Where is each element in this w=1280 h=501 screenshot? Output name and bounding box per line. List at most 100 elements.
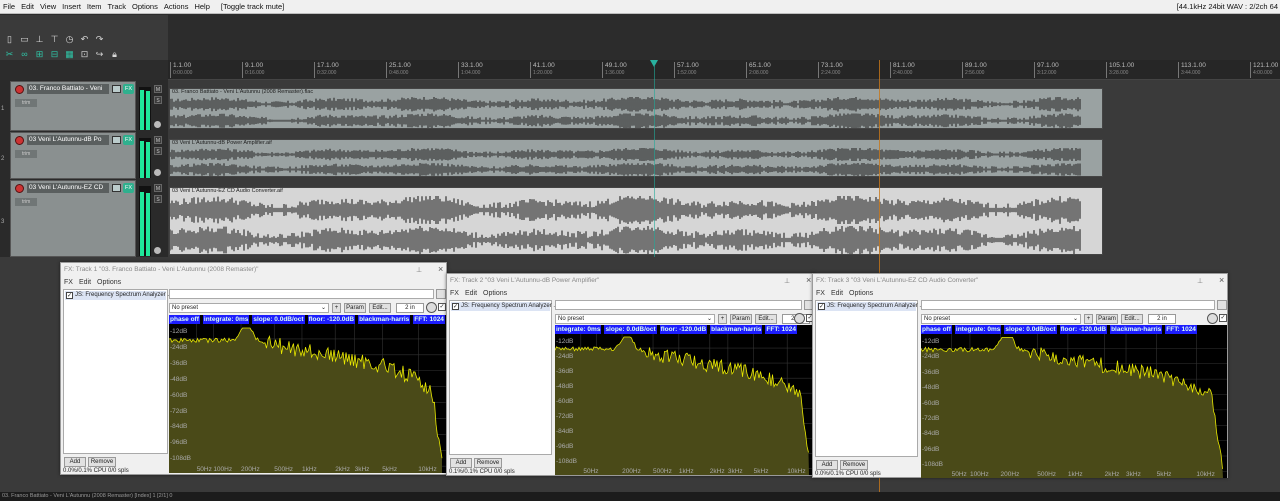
automation-mode-button[interactable]: trim [15,99,37,107]
pan-knob[interactable] [154,169,161,176]
remove-fx-button[interactable]: Remove [88,457,116,467]
ripple-edit-icon[interactable]: ∞ [18,48,31,60]
fx-enable-checkbox[interactable]: ✓ [66,292,73,299]
grid-toggle-icon[interactable]: ✂ [3,48,16,60]
edit-button[interactable]: Edit... [755,314,777,324]
solo-button[interactable]: S [154,147,162,155]
envelope-lock-icon[interactable]: ▦ [63,48,76,60]
io-routing-button[interactable]: 2 in [396,303,424,313]
automation-mode-button[interactable]: trim [15,198,37,206]
track-header[interactable]: 03. Franco Battiato - Veni FX trim [10,81,136,131]
analyzer-setting[interactable]: floor: -120.0dB [1059,325,1108,334]
pin-icon[interactable]: ⊥ [416,266,422,274]
trim-behind-icon[interactable]: ↪ [93,48,106,60]
fx-chain-list[interactable]: ✓ JS: Frequency Spectrum Analyzer ... [815,300,924,457]
spectrum-analyzer-display[interactable]: phase off integrate: 0ms slope: 0.0dB/oct f… [921,325,1227,478]
remove-fx-button[interactable]: Remove [840,460,868,470]
plugin-top-field[interactable] [921,300,1215,310]
solo-button[interactable]: S [154,195,162,203]
analyzer-settings-header[interactable]: integrate: 0ms slope: 0.0dB/oct floor: -12… [555,325,798,334]
menu-track[interactable]: Track [105,2,129,11]
track-io-icon[interactable] [112,85,121,93]
io-routing-button[interactable]: 2 in [1148,314,1176,324]
new-project-icon[interactable]: ▯ [3,33,16,45]
preset-select[interactable]: No preset ⌄ [921,314,1081,324]
mute-button[interactable]: M [154,85,162,93]
fx-chain-entry[interactable]: ✓ JS: Frequency Spectrum Analyzer ... [817,302,924,311]
pin-icon[interactable]: ⊥ [784,277,790,285]
fx-menu-edit[interactable]: Edit [79,279,91,286]
fx-menu-options[interactable]: Options [97,279,121,286]
plugin-top-field[interactable] [169,289,434,299]
menu-file[interactable]: File [0,2,18,11]
close-icon[interactable]: × [438,264,443,274]
track-io-icon[interactable] [112,136,121,144]
auto-crossfade-icon[interactable]: ⊡ [78,48,91,60]
analyzer-setting[interactable]: integrate: 0ms [555,325,602,334]
wet-dry-knob[interactable] [794,313,805,324]
edit-button[interactable]: Edit... [1121,314,1143,324]
record-arm-icon[interactable] [15,184,24,193]
automation-mode-button[interactable]: trim [15,150,37,158]
add-fx-button[interactable]: Add [64,457,86,467]
project-settings-icon[interactable]: ⊤ [48,33,61,45]
analyzer-settings-header[interactable]: phase off integrate: 0ms slope: 0.0dB/oct f… [921,325,1197,334]
analyzer-settings-header[interactable]: phase off integrate: 0ms slope: 0.0dB/oct f… [169,315,445,324]
fx-menu-options[interactable]: Options [483,290,507,297]
track-fx-button[interactable]: FX [123,84,134,94]
bypass-checkbox[interactable]: ✓ [438,303,446,311]
save-project-icon[interactable]: ⊥ [33,33,46,45]
fx-menu-fx[interactable]: FX [450,290,459,297]
analyzer-setting[interactable]: phase off [169,315,200,324]
fx-chain-list[interactable]: ✓ JS: Frequency Spectrum Analyzer ... [449,300,558,455]
fx-enable-checkbox[interactable]: ✓ [452,303,459,310]
add-fx-button[interactable]: Add [816,460,838,470]
analyzer-setting[interactable]: blackman-harris [1110,325,1163,334]
param-button[interactable]: Param [730,314,752,324]
preset-select[interactable]: No preset ⌄ [169,303,329,313]
fx-menu-fx[interactable]: FX [64,279,73,286]
menu-help[interactable]: Help [191,2,212,11]
analyzer-setting[interactable]: slope: 0.0dB/oct [604,325,657,334]
param-button[interactable]: Param [1096,314,1118,324]
fx-chain-entry[interactable]: ✓ JS: Frequency Spectrum Analyzer ... [65,291,172,300]
preset-add-button[interactable]: + [718,314,727,324]
track-fx-button[interactable]: FX [123,135,134,145]
pan-knob[interactable] [154,121,161,128]
track-fx-button[interactable]: FX [123,183,134,193]
pin-icon[interactable]: ⊥ [1197,277,1203,285]
track-name-field[interactable]: 03 Veni L'Autunnu-EZ CD [27,183,109,193]
analyzer-setting[interactable]: floor: -120.0dB [659,325,708,334]
analyzer-setting[interactable]: floor: -120.0dB [307,315,356,324]
timeline-ruler[interactable]: 1.1.00 0:00.000 9.1.00 0:16.000 17.1.00 0:32.… [168,60,1280,80]
analyzer-setting[interactable]: blackman-harris [358,315,411,324]
close-icon[interactable]: × [1219,275,1224,285]
analyzer-setting[interactable]: phase off [921,325,952,334]
add-fx-button[interactable]: Add [450,458,472,468]
analyzer-setting[interactable]: blackman-harris [710,325,763,334]
redo-icon[interactable]: ↷ [93,33,106,45]
open-project-icon[interactable]: ▭ [18,33,31,45]
analyzer-setting[interactable]: integrate: 0ms [954,325,1002,334]
plugin-top-button[interactable] [436,289,446,299]
track-name-field[interactable]: 03. Franco Battiato - Veni [27,84,109,94]
item-grouping-icon[interactable]: ⊟ [48,48,61,60]
bypass-checkbox[interactable]: ✓ [1219,314,1227,322]
fx-chain-list[interactable]: ✓ JS: Frequency Spectrum Analyzer ... [63,289,172,454]
undo-history-icon[interactable]: ◷ [63,33,76,45]
fx-menu-edit[interactable]: Edit [465,290,477,297]
preset-add-button[interactable]: + [1084,314,1093,324]
track-io-icon[interactable] [112,184,121,192]
analyzer-setting[interactable]: slope: 0.0dB/oct [252,315,305,324]
close-icon[interactable]: × [806,275,811,285]
spectrum-analyzer-display[interactable]: integrate: 0ms slope: 0.0dB/oct floor: -12… [555,325,813,475]
fx-menu-options[interactable]: Options [849,290,873,297]
edit-button[interactable]: Edit... [369,303,391,313]
media-item[interactable]: 03. Franco Battiato - Veni L'Autunnu (20… [169,88,1103,129]
fx-chain-window[interactable]: FX: Track 3 "03 Veni L'Autunnu-EZ CD Aud… [812,273,1228,478]
track-name-field[interactable]: 03 Veni L'Autunnu-dB Po [27,135,109,145]
record-arm-icon[interactable] [15,136,24,145]
arrange-view[interactable]: 03. Franco Battiato - Veni L'Autunnu (20… [168,80,1280,257]
record-arm-icon[interactable] [15,85,24,94]
track-header[interactable]: 03 Veni L'Autunnu-dB Po FX trim [10,132,136,179]
